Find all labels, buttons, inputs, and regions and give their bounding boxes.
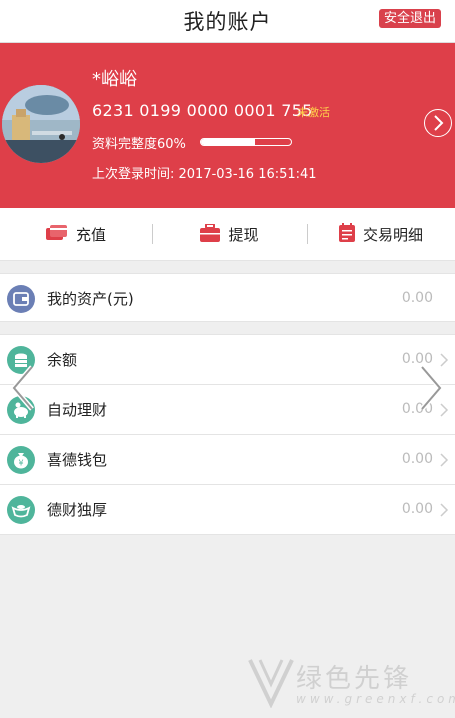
last-login-time: 上次登录时间: 2017-03-16 16:51:41 (92, 167, 317, 182)
chevron-right-icon[interactable] (418, 363, 444, 413)
withdraw-label: 提现 (228, 226, 259, 244)
my-assets-value: 0.00 (401, 290, 433, 306)
decai-label: 德财独厚 (47, 501, 108, 519)
decai-value: 0.00 (401, 501, 433, 517)
profile-card[interactable]: *峪峪 6231 0199 0000 0001 755 未激活 资料完整度60%… (0, 43, 455, 208)
recharge-button[interactable]: 充值 (0, 208, 152, 261)
completeness-progress-fill (201, 139, 255, 145)
user-name: *峪峪 (92, 69, 137, 90)
my-assets-row[interactable]: 我的资产(元) 0.00 (0, 273, 455, 322)
transactions-label: 交易明细 (362, 226, 423, 244)
transactions-button[interactable]: 交易明细 (307, 208, 455, 261)
list-item-wallet[interactable]: ¥ 喜德钱包 0.00 (0, 435, 455, 485)
watermark-url: www.greenxf.com (296, 692, 455, 706)
my-assets-label: 我的资产(元) (47, 290, 134, 308)
list-item-balance[interactable]: 余额 0.00 (0, 335, 455, 385)
wallet-value: 0.00 (401, 451, 433, 467)
chevron-right-icon (440, 503, 449, 517)
briefcase-icon (200, 222, 221, 246)
completeness-label: 资料完整度60% (92, 137, 186, 152)
list-item-auto-invest[interactable]: 自动理财 0.00 (0, 385, 455, 435)
recharge-label: 充值 (75, 226, 106, 244)
account-list: 余额 0.00 自动理财 0.00 ¥ 喜德钱包 0.00 德财独厚 0.00 (0, 334, 455, 535)
list-item-decai[interactable]: 德财独厚 0.00 (0, 485, 455, 535)
watermark-logo-icon (248, 659, 294, 709)
svg-text:¥: ¥ (18, 459, 23, 468)
watermark-text: 绿色先锋 (296, 664, 413, 694)
money-bag-icon: ¥ (7, 446, 35, 474)
receipt-icon (338, 223, 355, 246)
balance-label: 余额 (47, 351, 78, 369)
chevron-right-circle-icon[interactable] (424, 109, 452, 137)
wallet-cards-icon (45, 224, 68, 245)
wallet-label: 喜德钱包 (47, 451, 108, 469)
completeness-progress-bar (200, 138, 292, 146)
action-bar: 充值 提现 交易明细 (0, 208, 455, 261)
wallet-icon (7, 285, 35, 313)
auto-invest-label: 自动理财 (47, 401, 108, 419)
logout-button[interactable]: 安全退出 (378, 9, 441, 28)
chevron-left-icon[interactable] (10, 363, 36, 413)
top-bar: 我的账户 安全退出 (0, 0, 455, 43)
chevron-right-icon (440, 453, 449, 467)
watermark: 绿色先锋 www.greenxf.com (248, 656, 455, 712)
card-status-badge: 未激活 (297, 106, 330, 119)
withdraw-button[interactable]: 提现 (152, 208, 307, 261)
gold-ingot-icon (7, 496, 35, 524)
card-number: 6231 0199 0000 0001 755 (92, 101, 313, 120)
avatar[interactable] (2, 85, 80, 163)
